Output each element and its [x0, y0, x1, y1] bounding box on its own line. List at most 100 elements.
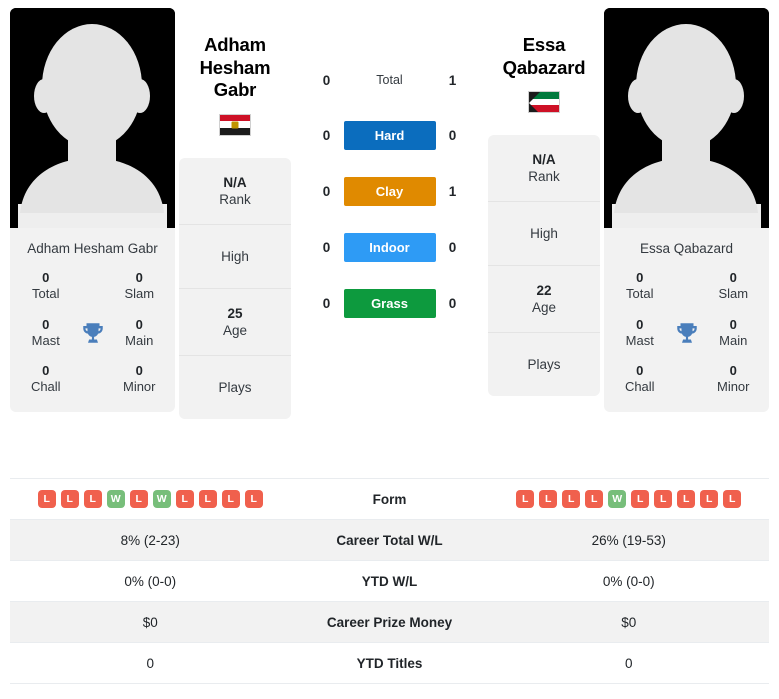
right-player-headline: Essa Qabazard [488, 8, 600, 79]
left-player-flag-wrap [179, 113, 291, 136]
right-titles-mast-value: 0 [636, 316, 644, 332]
h2h-total-left-score: 0 [322, 72, 331, 88]
left-titles-main-label: Main [125, 332, 154, 348]
h2h-clay-right-score: 1 [448, 184, 457, 199]
left-player-info-card: N/A Rank High 25 Age Plays [179, 157, 291, 419]
right-form-cell: LLLLWLLLLL [489, 480, 770, 518]
table-row-ytd-titles: 0 YTD Titles 0 [10, 643, 769, 684]
table-row-ytd-wl: 0% (0-0) YTD W/L 0% (0-0) [10, 561, 769, 602]
form-badge-loss: L [37, 490, 56, 508]
left-player-name-label: Adham Hesham Gabr [27, 241, 158, 256]
h2h-grass-left-score: 0 [322, 296, 331, 311]
left-age-row: 25 Age [179, 289, 291, 356]
left-player-summary-card: Adham Hesham Gabr 0 Total 0 Slam 0 Mast [10, 8, 175, 412]
form-badge-loss: L [539, 490, 558, 508]
left-age-label: Age [222, 322, 248, 338]
h2h-hard-right-score: 0 [448, 128, 457, 143]
surface-badge-grass[interactable]: Grass [343, 289, 436, 318]
left-titles-mast: 0 Mast [20, 317, 72, 350]
left-player-titles-grid: 0 Total 0 Slam 0 Mast 0 Main 0 Chall 0 M… [10, 268, 175, 412]
left-titles-minor-value: 0 [135, 363, 143, 378]
form-badge-win: W [106, 490, 125, 508]
right-titles-mast-label: Mast [625, 332, 654, 348]
left-high-row: High [179, 225, 291, 289]
right-titles-chall-value: 0 [636, 363, 644, 378]
h2h-clay-left-score: 0 [322, 184, 331, 199]
right-titles-main-value: 0 [729, 316, 737, 332]
left-titles-main-value: 0 [135, 316, 143, 332]
surface-badge-clay[interactable]: Clay [343, 177, 436, 206]
player-comparison-header: Adham Hesham Gabr 0 Total 0 Slam 0 Mast [0, 0, 779, 470]
right-career-prize-money: $0 [621, 614, 637, 630]
right-titles-total: 0 Total [614, 270, 666, 303]
form-badge-loss: L [175, 490, 194, 508]
right-plays-label: Plays [527, 357, 561, 373]
row-label-career-prize-money: Career Prize Money [326, 614, 453, 630]
left-titles-total-value: 0 [42, 270, 50, 285]
row-label-ytd-wl: YTD W/L [361, 573, 418, 589]
left-titles-slam-value: 0 [135, 270, 143, 285]
h2h-total-label: Total [376, 73, 403, 87]
h2h-row-clay: 0 Clay 1 [295, 177, 484, 206]
form-badge-loss: L [129, 490, 148, 508]
right-form-badges: LLLLWLLLLL [495, 490, 764, 508]
right-trophy-icon-cell [666, 320, 708, 346]
left-titles-mast-label: Mast [31, 332, 60, 348]
left-plays-label: Plays [218, 379, 252, 395]
form-badge-loss: L [700, 490, 719, 508]
left-high-label: High [221, 248, 249, 264]
right-titles-minor-value: 0 [729, 363, 737, 378]
left-age-value: 25 [227, 305, 243, 321]
right-player-name-line1: Essa [522, 34, 566, 55]
right-player-flag-wrap [488, 91, 600, 114]
right-player-info-column: Essa Qabazard N/A Rank High 22 Age Plays [484, 8, 604, 397]
left-player-card: Adham Hesham Gabr 0 Total 0 Slam 0 Mast [10, 8, 175, 412]
left-titles-main: 0 Main [114, 317, 166, 350]
left-rank-value: N/A [223, 174, 247, 190]
h2h-grass-right-score: 0 [448, 296, 457, 311]
left-player-info-column: Adham Hesham Gabr N/A Rank High 25 Age P… [175, 8, 295, 419]
row-label-form: Form [372, 491, 407, 507]
surface-badge-indoor[interactable]: Indoor [343, 233, 436, 262]
h2h-indoor-left-score: 0 [322, 240, 331, 255]
left-titles-chall-value: 0 [42, 363, 50, 378]
left-titles-slam-label: Slam [124, 286, 155, 302]
form-badge-loss: L [631, 490, 650, 508]
surface-badge-hard[interactable]: Hard [343, 121, 436, 150]
right-titles-main-label: Main [719, 332, 748, 348]
form-badge-loss: L [677, 490, 696, 508]
left-form-cell: LLLWLWLLLL [10, 480, 291, 518]
left-ytd-titles: 0 [146, 655, 154, 671]
right-player-name-label: Essa Qabazard [639, 241, 734, 256]
h2h-row-hard: 0 Hard 0 [295, 121, 484, 150]
right-titles-minor-label: Minor [716, 379, 750, 395]
form-badge-loss: L [654, 490, 673, 508]
form-badge-win: W [152, 490, 171, 508]
h2h-total-right-score: 1 [448, 72, 457, 88]
table-row-form: LLLWLWLLLL Form LLLLWLLLLL [10, 479, 769, 520]
left-player-name-line2: Hesham Gabr [199, 56, 271, 101]
right-titles-slam-label: Slam [718, 286, 749, 302]
trophy-icon [82, 323, 103, 343]
left-titles-total-label: Total [32, 286, 60, 302]
trophy-icon [676, 323, 697, 343]
left-titles-minor-label: Minor [122, 379, 156, 395]
left-titles-minor: 0 Minor [114, 363, 166, 396]
right-titles-minor: 0 Minor [708, 363, 760, 396]
right-rank-label: Rank [528, 169, 560, 185]
right-player-card: Essa Qabazard 0 Total 0 Slam 0 Mast 0 Ma… [604, 8, 769, 412]
right-age-value: 22 [536, 283, 552, 299]
row-label-career-total-wl: Career Total W/L [336, 532, 443, 548]
left-career-total-wl: 8% (2-23) [120, 532, 180, 548]
right-ytd-wl: 0% (0-0) [602, 573, 655, 589]
right-player-info-card: N/A Rank High 22 Age Plays [488, 135, 600, 397]
right-player-avatar-photo [604, 8, 769, 228]
left-player-avatar-photo [10, 8, 175, 228]
form-badge-loss: L [221, 490, 240, 508]
h2h-row-indoor: 0 Indoor 0 [295, 233, 484, 262]
form-badge-loss: L [585, 490, 604, 508]
right-titles-chall: 0 Chall [614, 363, 666, 396]
right-titles-main: 0 Main [708, 317, 760, 350]
left-titles-slam: 0 Slam [114, 270, 166, 303]
table-row-career-total-wl: 8% (2-23) Career Total W/L 26% (19-53) [10, 520, 769, 561]
